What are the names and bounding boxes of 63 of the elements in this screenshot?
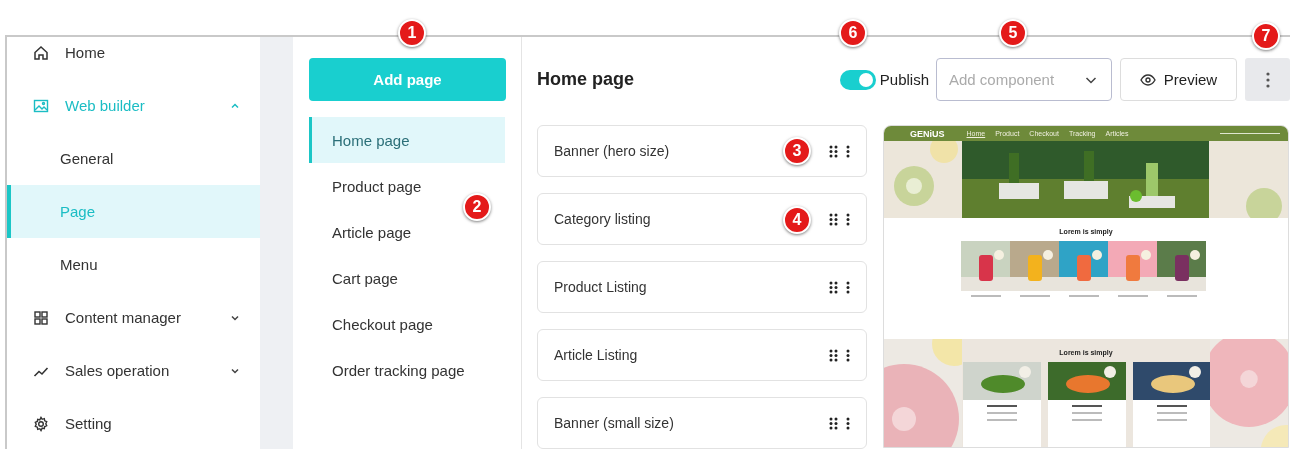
more-icon[interactable] — [846, 348, 850, 362]
more-icon[interactable] — [846, 416, 850, 430]
product-text-line — [1166, 295, 1197, 297]
image-icon — [33, 97, 49, 114]
page-title: Home page — [537, 69, 635, 90]
step-number-badge: 7 — [1252, 22, 1280, 50]
sidebar-item[interactable]: Home — [7, 37, 260, 79]
article-text-line — [987, 419, 1017, 421]
page-list-item[interactable]: Order tracking page — [309, 347, 465, 393]
more-icon — [1265, 71, 1270, 88]
product-text-line — [1117, 295, 1148, 297]
drag-handle-icon[interactable] — [829, 212, 838, 226]
page-list-item[interactable]: Article page — [309, 209, 412, 255]
step-number-badge: 1 — [398, 19, 426, 47]
sidebar-item[interactable]: Sales operation — [7, 344, 260, 397]
product-text-line — [1068, 295, 1099, 297]
site-logo: GENiUS — [910, 128, 945, 139]
article-text-line — [1072, 412, 1102, 414]
product-text-line — [1019, 295, 1050, 297]
component-card[interactable]: Banner (small size) — [537, 397, 867, 449]
preview-button[interactable]: Preview — [1120, 58, 1237, 101]
step-number-badge: 3 — [783, 137, 811, 165]
publish-label: Publish — [879, 71, 929, 88]
component-card[interactable]: Product Listing — [537, 261, 867, 313]
article-text-line — [1072, 405, 1102, 407]
component-name: Product Listing — [554, 279, 647, 295]
step-number-badge: 2 — [463, 193, 491, 221]
step-number-badge: 6 — [839, 19, 867, 47]
component-name: Category listing — [554, 211, 651, 227]
product-text-line — [970, 295, 1001, 297]
more-icon[interactable] — [846, 280, 850, 294]
sidebar-subitem[interactable]: Menu — [7, 238, 260, 291]
drag-handle-icon[interactable] — [829, 348, 838, 362]
eye-icon — [1139, 73, 1156, 86]
article-text-line — [1072, 419, 1102, 421]
sidebar-item[interactable]: Setting — [7, 397, 260, 449]
step-number-badge: 4 — [783, 206, 811, 234]
more-icon[interactable] — [846, 212, 850, 226]
article-text-line — [1157, 419, 1187, 421]
component-name: Banner (small size) — [554, 415, 674, 431]
component-name: Banner (hero size) — [554, 143, 670, 159]
page-list-item[interactable]: Home page — [309, 117, 505, 163]
settings-icon — [33, 415, 49, 432]
page-list-item[interactable]: Checkout page — [309, 301, 433, 347]
drag-handle-icon[interactable] — [829, 144, 838, 158]
publish-toggle[interactable] — [839, 69, 876, 90]
article-text-line — [1157, 405, 1187, 407]
component-card[interactable]: Article Listing — [537, 329, 867, 381]
more-icon[interactable] — [846, 144, 850, 158]
article-text-line — [987, 412, 1017, 414]
step-number-badge: 5 — [999, 19, 1027, 47]
article-text-line — [1157, 412, 1187, 414]
drag-handle-icon[interactable] — [829, 416, 838, 430]
sidebar-subitem[interactable]: General — [7, 132, 260, 185]
page-list-item[interactable]: Cart page — [309, 255, 398, 301]
sidebar-item[interactable]: Content manager — [7, 291, 260, 344]
grid-icon — [33, 309, 49, 326]
article-text-line — [987, 405, 1017, 407]
page-list-item[interactable]: Product page — [309, 163, 422, 209]
drag-handle-icon[interactable] — [829, 280, 838, 294]
home-icon — [33, 44, 49, 61]
add-component-dropdown[interactable]: Add component — [936, 58, 1112, 101]
component-name: Article Listing — [554, 347, 638, 363]
